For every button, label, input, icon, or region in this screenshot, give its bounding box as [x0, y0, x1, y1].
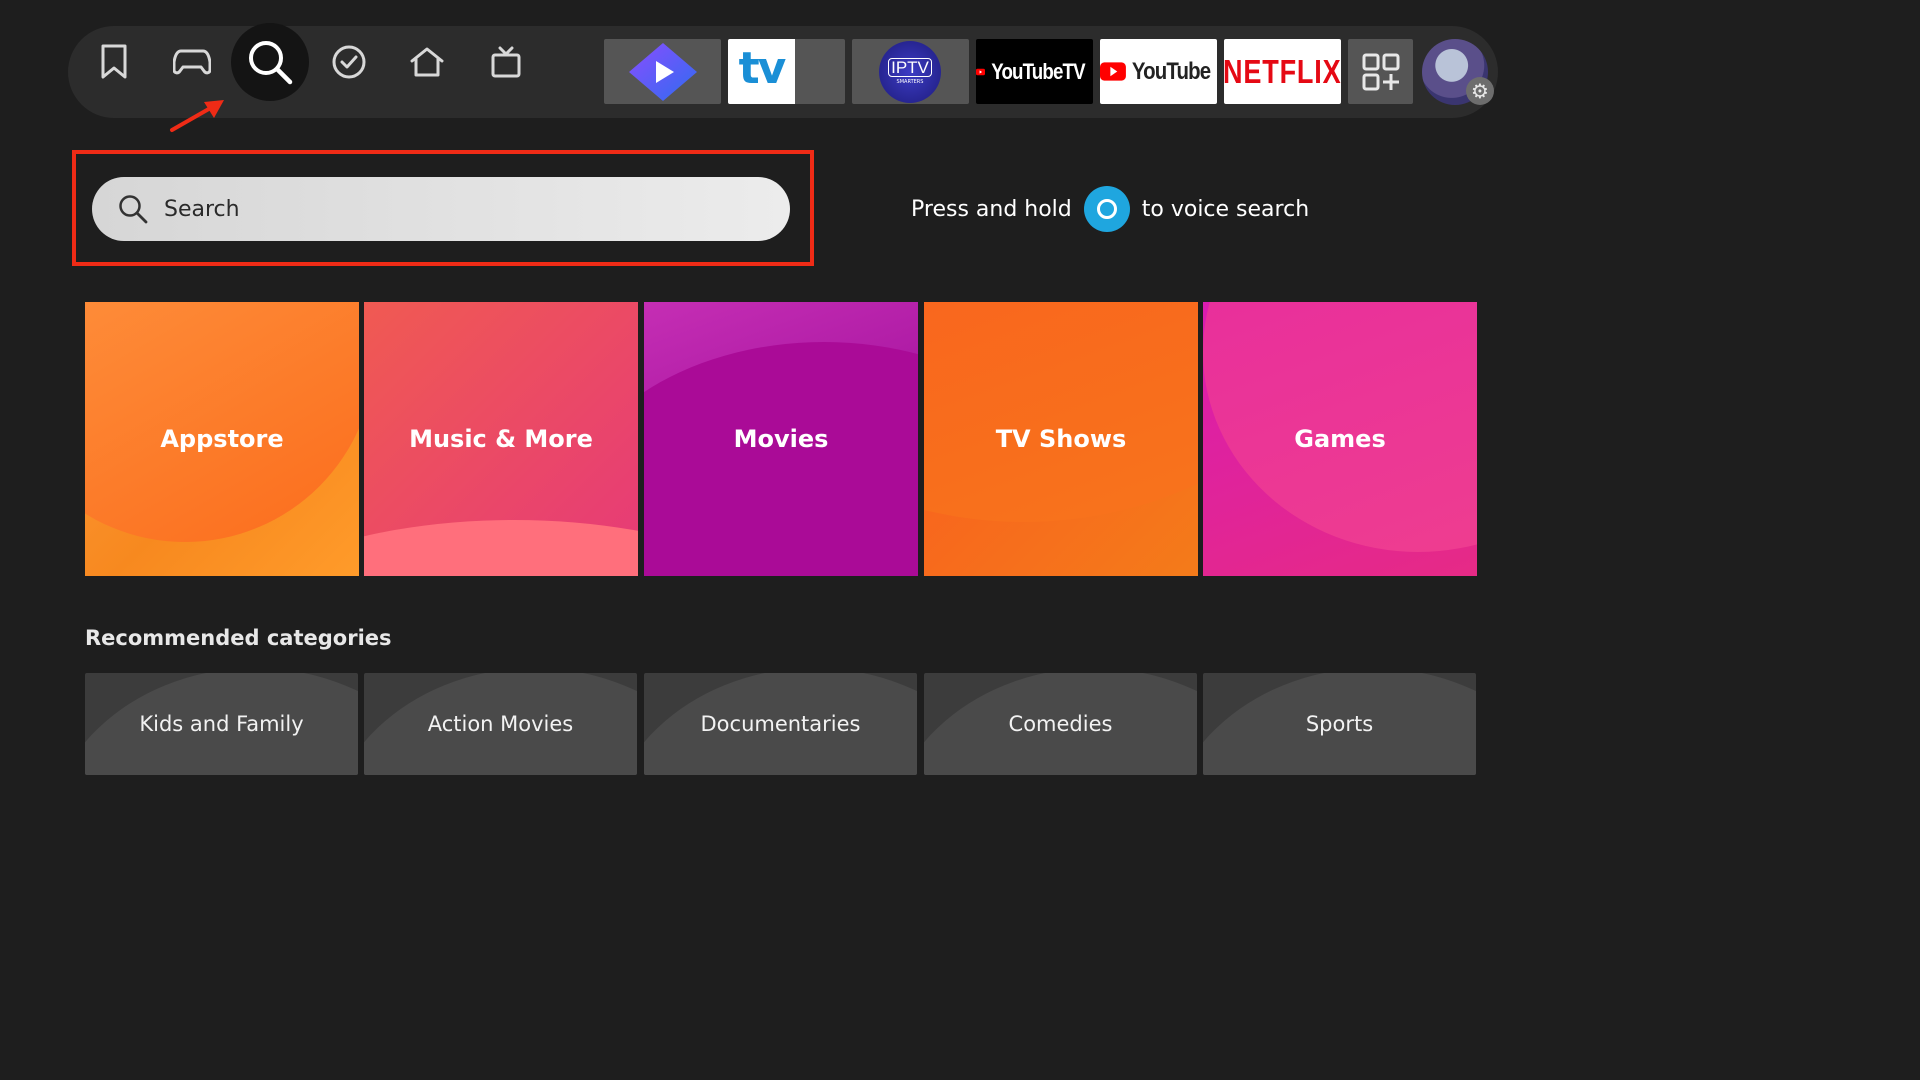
all-apps-button[interactable] [1348, 39, 1413, 104]
play-diamond-icon [628, 42, 697, 101]
category-label: Movies [733, 425, 829, 453]
live-tv-icon[interactable] [467, 23, 545, 101]
recommended-label: Comedies [1008, 712, 1113, 736]
voice-hint-suffix: to voice search [1141, 196, 1310, 222]
play-app-tile[interactable] [604, 39, 721, 104]
category-tile-games[interactable]: Games [1203, 302, 1477, 576]
category-tile-tv-shows[interactable]: TV Shows [924, 302, 1198, 576]
tile-decor [85, 302, 359, 542]
gear-icon[interactable]: ⚙ [1466, 77, 1494, 105]
apps-grid-icon [1362, 53, 1399, 90]
youtube-label: YouTube [1131, 57, 1211, 85]
search-icon[interactable] [231, 23, 309, 101]
tv-logo: tv [728, 39, 795, 104]
youtube-app-tile[interactable]: YouTube [1100, 39, 1217, 104]
netflix-app-tile[interactable]: NETFLIX [1224, 39, 1341, 104]
category-label: Appstore [160, 425, 284, 453]
tv-app-tile[interactable]: tv [728, 39, 845, 104]
iptv-sublabel: SMARTERS [896, 79, 924, 85]
tv-app-label: tv [738, 43, 787, 94]
youtube-tv-label: YouTubeTV [991, 58, 1085, 84]
recommended-label: Documentaries [700, 712, 861, 736]
alexa-icon [1083, 186, 1130, 232]
home-icon[interactable] [388, 23, 466, 101]
category-label: Music & More [409, 425, 593, 453]
voice-search-hint: Press and hold to voice search [911, 185, 1309, 233]
category-tile-movies[interactable]: Movies [644, 302, 918, 576]
category-tile-music[interactable]: Music & More [364, 302, 638, 576]
tile-decor [644, 342, 918, 576]
annotation-arrow [170, 100, 224, 132]
recommended-tile-sports[interactable]: Sports [1203, 673, 1476, 775]
gamepad-icon[interactable] [153, 23, 231, 101]
check-circle-icon[interactable] [310, 23, 388, 101]
iptv-smarters-app-tile[interactable]: IPTV SMARTERS [852, 39, 969, 104]
profile-avatar[interactable]: ⚙ [1422, 39, 1494, 105]
youtube-play-icon [976, 68, 986, 75]
tile-decor [364, 520, 638, 576]
iptv-logo: IPTV SMARTERS [879, 40, 941, 103]
tile-decor [924, 302, 1198, 522]
bookmark-icon[interactable] [75, 23, 153, 101]
category-label: Games [1294, 425, 1386, 453]
category-label: TV Shows [995, 425, 1127, 453]
voice-hint-prefix: Press and hold [911, 196, 1072, 222]
category-tile-appstore[interactable]: Appstore [85, 302, 359, 576]
iptv-label: IPTV [888, 58, 932, 77]
search-placeholder: Search [164, 196, 240, 222]
youtube-tv-app-tile[interactable]: YouTubeTV [976, 39, 1093, 104]
recommended-label: Sports [1305, 712, 1374, 736]
search-icon [119, 195, 148, 224]
netflix-label: NETFLIX [1224, 52, 1341, 90]
recommended-label: Action Movies [427, 712, 574, 736]
search-input[interactable]: Search [92, 177, 790, 241]
recommended-tile-action[interactable]: Action Movies [364, 673, 637, 775]
recommended-tile-comedies[interactable]: Comedies [924, 673, 1197, 775]
recommended-title: Recommended categories [85, 626, 392, 650]
youtube-play-icon [1100, 62, 1126, 81]
recommended-label: Kids and Family [139, 712, 304, 736]
recommended-tile-kids[interactable]: Kids and Family [85, 673, 358, 775]
recommended-tile-documentaries[interactable]: Documentaries [644, 673, 917, 775]
